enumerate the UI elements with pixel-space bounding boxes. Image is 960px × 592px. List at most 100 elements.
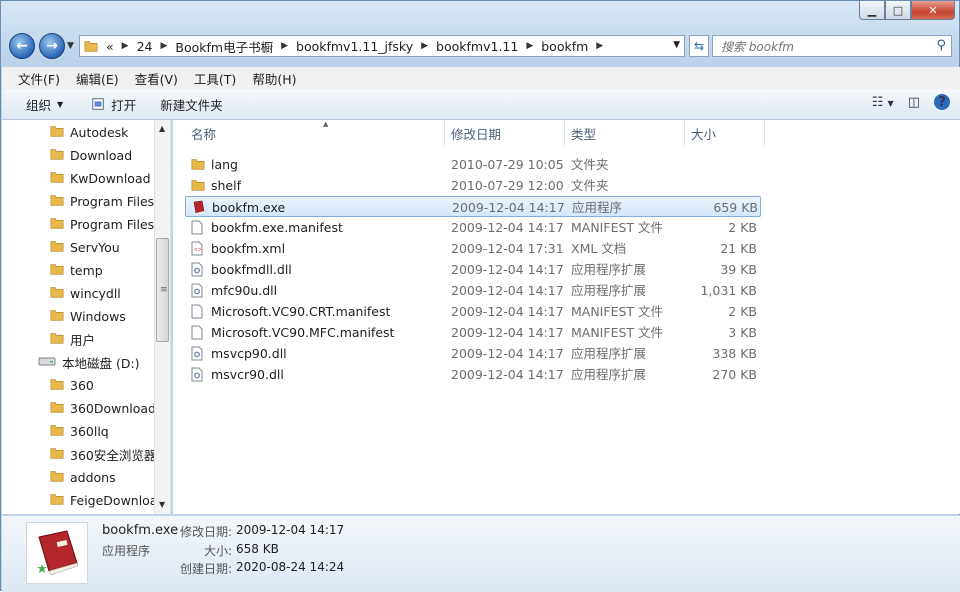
recent-pages-dropdown[interactable]: ▼ — [67, 41, 74, 51]
file-size: 659 KB — [713, 200, 758, 215]
tree-item-folder[interactable]: ServYou — [50, 236, 120, 258]
navigation-scrollbar[interactable]: ▲ ≡ ▼ — [154, 120, 170, 514]
back-button[interactable]: ← — [9, 33, 35, 59]
tree-item-folder[interactable]: FeigeDownload — [50, 489, 165, 511]
help-button[interactable]: ? — [934, 94, 950, 110]
dll-icon — [191, 262, 203, 280]
tree-item-folder[interactable]: Windows — [50, 305, 126, 327]
breadcrumb-item[interactable]: Bookfm电子书橱 — [175, 37, 273, 56]
breadcrumb-item[interactable]: 24 — [137, 39, 153, 54]
maximize-button[interactable]: □ — [885, 1, 911, 20]
tree-item-folder[interactable]: Program Files — [50, 213, 154, 235]
tree-item-folder[interactable]: temp — [50, 259, 103, 281]
breadcrumb-overflow[interactable]: « — [106, 39, 114, 54]
file-size: 39 KB — [720, 262, 757, 277]
refresh-icon: ⇆ — [693, 39, 705, 53]
tree-item-folder[interactable]: 360Downloads — [50, 397, 163, 419]
forward-button[interactable]: → — [39, 33, 65, 59]
view-options-button[interactable]: ☷ ▼ — [872, 95, 894, 110]
file-date: 2010-07-29 12:00 — [451, 178, 564, 193]
title-bar: ▁ □ ✕ — [1, 1, 959, 29]
tree-item-label: temp — [70, 262, 103, 278]
file-name: bookfmdll.dll — [211, 262, 292, 277]
back-arrow-icon: ← — [16, 38, 28, 54]
file-list: 名称 ▲ 修改日期 类型 大小 lang 2010-07-29 10:05 文件夹 s… — [173, 120, 960, 514]
search-icon[interactable]: ⚲ — [936, 38, 946, 53]
scroll-up-arrow[interactable]: ▲ — [159, 124, 165, 133]
menu-item[interactable]: 查看(V) — [127, 69, 186, 88]
file-row[interactable]: msvcr90.dll 2009-12-04 14:17 应用程序扩展 270 KB — [185, 364, 761, 385]
tree-item-folder[interactable]: 360llq — [50, 420, 109, 442]
breadcrumb-item[interactable]: bookfmv1.11_jfsky — [296, 39, 413, 54]
file-row[interactable]: msvcp90.dll 2009-12-04 14:17 应用程序扩展 338 KB — [185, 343, 761, 364]
breadcrumb-separator-icon[interactable]: ▶ — [421, 41, 428, 51]
address-dropdown[interactable]: ▼ — [673, 40, 680, 50]
folder-icon — [50, 446, 64, 463]
breadcrumb-separator-icon[interactable]: ▶ — [596, 41, 603, 51]
tree-item-label: Autodesk — [70, 124, 129, 140]
preview-pane-button[interactable]: ◫ — [908, 95, 920, 110]
tree-item-folder[interactable]: 用户 — [50, 328, 95, 350]
breadcrumb-item[interactable]: bookfm — [541, 39, 588, 54]
file-size: 2 KB — [728, 304, 757, 319]
column-header-size[interactable]: 大小 — [685, 120, 765, 146]
detail-modified-label: 修改日期: — [179, 525, 232, 539]
tree-item-folder[interactable]: Autodesk — [50, 121, 128, 143]
file-row[interactable]: Microsoft.VC90.CRT.manifest 2009-12-04 14… — [185, 301, 761, 322]
file-row[interactable]: shelf 2010-07-29 12:00 文件夹 — [185, 175, 761, 196]
detail-filetype: 应用程序 — [102, 544, 151, 558]
file-type: 应用程序扩展 — [571, 262, 647, 277]
menu-item[interactable]: 帮助(H) — [244, 69, 304, 88]
file-name: bookfm.xml — [211, 241, 286, 256]
file-type: MANIFEST 文件 — [571, 220, 664, 235]
minimize-button[interactable]: ▁ — [859, 1, 885, 20]
tree-item-folder[interactable]: Program Files — [50, 190, 154, 212]
column-header-date[interactable]: 修改日期 — [445, 120, 565, 146]
tree-item-folder[interactable]: wincydll — [50, 282, 121, 304]
navigation-pane: Autodesk Download KwDownload Program Files P… — [2, 120, 171, 514]
menu-item[interactable]: 编辑(E) — [68, 69, 127, 88]
column-header-type[interactable]: 类型 — [565, 120, 685, 146]
file-size — [651, 175, 757, 196]
organize-button[interactable]: 组织 ▼ — [2, 89, 73, 119]
sort-ascending-icon: ▲ — [323, 120, 329, 128]
folder-icon — [191, 178, 205, 195]
menu-item[interactable]: 文件(F) — [2, 69, 68, 88]
breadcrumb-separator-icon[interactable]: ▶ — [122, 41, 129, 51]
refresh-button[interactable]: ⇆ — [689, 35, 709, 57]
tree-item-folder[interactable]: 360安全浏览器 — [50, 443, 156, 465]
breadcrumb: « ▶ 24 ▶ Bookfm电子书橱 ▶ bookfmv1.11_jfsky ▶ bookf… — [98, 37, 611, 56]
file-row[interactable]: <> bookfm.xml 2009-12-04 17:31 XML 文档 21 KB — [185, 238, 761, 259]
file-name: msvcp90.dll — [211, 346, 287, 361]
scroll-thumb[interactable]: ≡ — [156, 238, 169, 342]
details-view-icon: ☷ — [871, 94, 884, 110]
tree-item-label: Windows — [70, 308, 126, 324]
open-button[interactable]: 打开 — [73, 89, 146, 119]
column-header-name[interactable]: 名称 ▲ — [185, 120, 445, 146]
breadcrumb-separator-icon[interactable]: ▶ — [160, 41, 167, 51]
address-bar[interactable]: « ▶ 24 ▶ Bookfm电子书橱 ▶ bookfmv1.11_jfsky ▶ bookf… — [79, 35, 685, 57]
file-row[interactable]: lang 2010-07-29 10:05 文件夹 — [185, 154, 761, 175]
new-folder-button[interactable]: 新建文件夹 — [146, 89, 233, 119]
file-row[interactable]: mfc90u.dll 2009-12-04 14:17 应用程序扩展 1,031 KB — [185, 280, 761, 301]
folder-icon — [50, 262, 64, 279]
tree-item-drive[interactable]: 本地磁盘 (D:) — [38, 351, 140, 373]
search-input[interactable] — [719, 37, 923, 57]
menu-item[interactable]: 工具(T) — [186, 69, 244, 88]
tree-item-folder[interactable]: KwDownload — [50, 167, 151, 189]
breadcrumb-separator-icon[interactable]: ▶ — [281, 41, 288, 51]
breadcrumb-item[interactable]: bookfmv1.11 — [436, 39, 518, 54]
tree-item-folder[interactable]: 360 — [50, 374, 94, 396]
folder-icon — [50, 124, 64, 141]
tree-item-folder[interactable]: Download — [50, 144, 132, 166]
tree-item-folder[interactable]: addons — [50, 466, 116, 488]
file-row[interactable]: bookfmdll.dll 2009-12-04 14:17 应用程序扩展 39 KB — [185, 259, 761, 280]
file-row[interactable]: Microsoft.VC90.MFC.manifest 2009-12-04 14… — [185, 322, 761, 343]
file-row[interactable]: bookfm.exe.manifest 2009-12-04 14:17 MANIF… — [185, 217, 761, 238]
file-name: lang — [211, 157, 238, 172]
file-date: 2010-07-29 10:05 — [451, 157, 564, 172]
close-button[interactable]: ✕ — [911, 1, 955, 20]
scroll-down-arrow[interactable]: ▼ — [159, 500, 165, 509]
breadcrumb-separator-icon[interactable]: ▶ — [526, 41, 533, 51]
file-row[interactable]: bookfm.exe 2009-12-04 14:17 应用程序 659 KB — [185, 196, 761, 217]
